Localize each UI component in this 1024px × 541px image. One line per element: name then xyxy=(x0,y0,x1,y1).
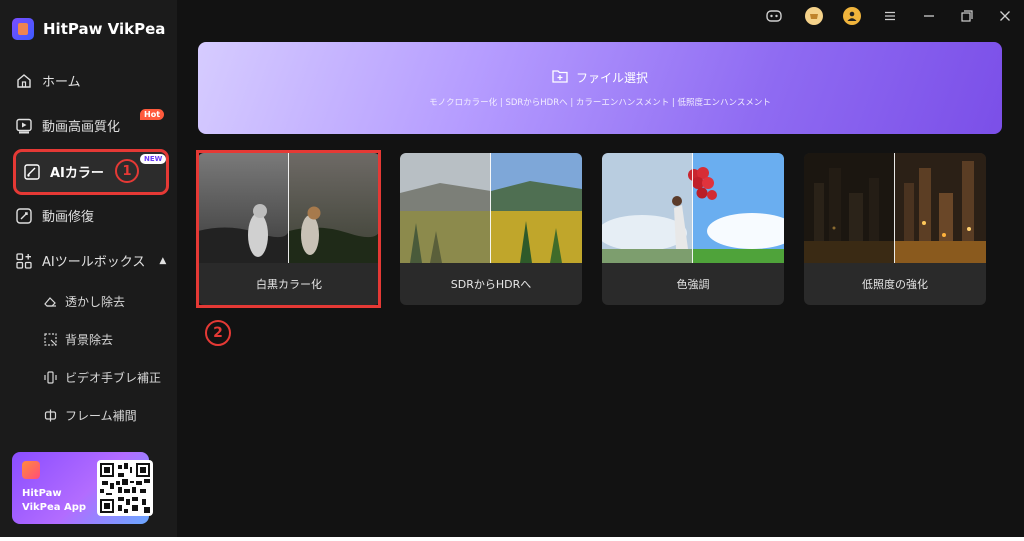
color-enhance-preview-image xyxy=(602,153,784,263)
app-card-line1: HitPaw xyxy=(22,488,62,499)
restore-icon[interactable] xyxy=(959,8,975,24)
sidebar-item-ai-color[interactable]: AIカラー xyxy=(24,162,104,181)
step-1-marker: 1 xyxy=(115,159,139,183)
caret-up-icon: ▲ xyxy=(159,255,167,266)
banner-title-row: ファイル選択 xyxy=(198,69,1002,86)
card-sdr-to-hdr[interactable]: SDRからHDRへ xyxy=(400,153,582,305)
menu-icon[interactable] xyxy=(882,8,898,24)
app-window: HitPaw VikPea ホーム 動画高画質化 Hot AIカラー NEW 1 xyxy=(0,0,1024,537)
shop-icon[interactable] xyxy=(805,7,823,25)
banner-subtitle: モノクロカラー化 | SDRからHDRへ | カラーエンハンスメント | 低照度… xyxy=(429,98,771,108)
background-remove-icon xyxy=(44,333,57,346)
account-icon[interactable] xyxy=(843,7,861,25)
sidebar-item-label: 動画高画質化 xyxy=(42,120,121,135)
app-card-logo-icon xyxy=(22,461,40,479)
discord-icon[interactable] xyxy=(766,8,782,24)
sidebar-subitem-background[interactable]: 背景除去 xyxy=(44,331,113,348)
qr-code-icon xyxy=(97,460,153,516)
stabilize-icon xyxy=(44,371,57,384)
sidebar-item-label: AIカラー xyxy=(50,166,104,181)
app-logo-icon xyxy=(12,18,34,40)
minimize-icon[interactable] xyxy=(921,8,937,24)
card-low-light[interactable]: 低照度の強化 xyxy=(804,153,986,305)
low-light-preview-image xyxy=(804,153,986,263)
sidebar-item-video-enhance[interactable]: 動画高画質化 xyxy=(16,116,120,135)
video-enhance-icon xyxy=(16,118,32,134)
sidebar-item-toolbox[interactable]: AIツールボックス ▲ xyxy=(16,251,166,270)
sidebar-subitem-label: ビデオ手ブレ補正 xyxy=(65,371,162,385)
step-2-marker: 2 xyxy=(205,320,231,346)
compare-divider xyxy=(490,153,491,263)
new-badge: NEW xyxy=(140,154,167,164)
sidebar: HitPaw VikPea ホーム 動画高画質化 Hot AIカラー NEW 1 xyxy=(0,0,177,537)
file-select-banner[interactable]: ファイル選択 モノクロカラー化 | SDRからHDRへ | カラーエンハンスメン… xyxy=(198,42,1002,134)
sidebar-subitem-label: 背景除去 xyxy=(65,333,114,347)
sidebar-subitem-label: 透かし除去 xyxy=(65,295,126,309)
card-color-enhance[interactable]: 色強調 xyxy=(602,153,784,305)
sidebar-item-label: AIツールボックス xyxy=(42,255,146,270)
app-name: HitPaw VikPea xyxy=(43,20,166,38)
card-label: 白黒カラー化 xyxy=(256,278,322,291)
card-label: 色強調 xyxy=(676,278,710,291)
card-bw-colorize[interactable]: 白黒カラー化 xyxy=(198,153,380,305)
compare-divider xyxy=(692,153,693,263)
sidebar-subitem-frame[interactable]: フレーム補間 xyxy=(44,407,137,424)
toolbox-icon xyxy=(16,252,32,269)
eraser-icon xyxy=(44,295,57,308)
sdr-hdr-preview-image xyxy=(400,153,582,263)
home-icon xyxy=(16,73,32,89)
card-label: SDRからHDRへ xyxy=(450,278,532,291)
sidebar-item-label: ホーム xyxy=(42,75,81,90)
close-icon[interactable] xyxy=(997,8,1013,24)
compare-divider xyxy=(288,153,289,263)
sidebar-item-label: 動画修復 xyxy=(42,210,95,225)
banner-title: ファイル選択 xyxy=(575,71,648,85)
ai-color-icon xyxy=(24,163,40,180)
brand: HitPaw VikPea xyxy=(12,18,165,40)
bw-colorize-preview-image xyxy=(198,153,380,263)
compare-divider xyxy=(894,153,895,263)
sidebar-item-repair[interactable]: 動画修復 xyxy=(16,206,94,225)
folder-add-icon xyxy=(552,69,568,86)
sidebar-subitem-label: フレーム補間 xyxy=(65,409,137,423)
hot-badge: Hot xyxy=(140,109,165,120)
mobile-app-card[interactable]: HitPaw VikPea App xyxy=(12,452,153,524)
app-card-line2: VikPea App xyxy=(22,502,87,513)
sidebar-item-home[interactable]: ホーム xyxy=(16,71,81,90)
sidebar-subitem-watermark[interactable]: 透かし除去 xyxy=(44,293,125,310)
frame-interpolation-icon xyxy=(44,409,57,422)
app-card-text: HitPaw VikPea App xyxy=(22,487,86,515)
card-label: 低照度の強化 xyxy=(862,278,928,291)
repair-icon xyxy=(16,207,32,224)
sidebar-subitem-stabilize[interactable]: ビデオ手ブレ補正 xyxy=(44,369,161,386)
